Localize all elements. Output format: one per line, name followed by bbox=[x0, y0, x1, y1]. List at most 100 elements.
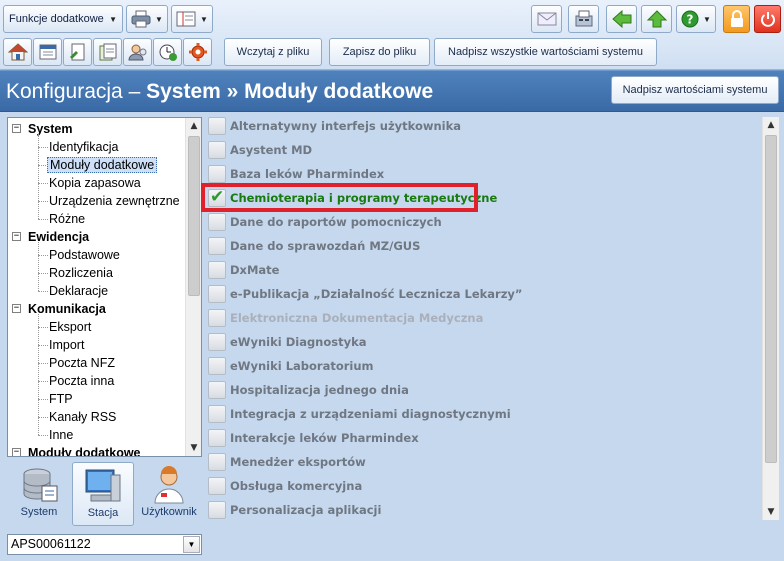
tree-item[interactable]: Podstawowe bbox=[47, 246, 122, 264]
module-checkbox[interactable] bbox=[208, 333, 226, 351]
module-label: Personalizacja aplikacji bbox=[230, 503, 382, 517]
station-select[interactable]: APS00061122 ▼ bbox=[7, 534, 202, 555]
module-row[interactable]: Interakcje leków Pharmindex bbox=[205, 428, 761, 448]
layout-button[interactable]: ▼ bbox=[171, 5, 213, 33]
up-button[interactable] bbox=[641, 5, 672, 33]
settings-button[interactable] bbox=[183, 38, 212, 66]
tree-group[interactable]: Moduły dodatkowe bbox=[26, 444, 143, 456]
chevron-down-icon[interactable]: ▼ bbox=[183, 536, 200, 553]
tree-content: − System Identyfikacja Moduły dodatkowe Kopi… bbox=[8, 118, 186, 456]
load-from-file-button[interactable]: Wczytaj z pliku bbox=[224, 38, 322, 66]
module-row[interactable]: Obsługa komercyjna bbox=[205, 476, 761, 496]
module-label: DxMate bbox=[230, 263, 280, 277]
tree-collapse-icon[interactable]: − bbox=[12, 124, 21, 133]
tree-item-label: Import bbox=[49, 338, 85, 352]
tree-item[interactable]: Kopia zapasowa bbox=[47, 174, 143, 192]
tree-item[interactable]: Urządzenia zewnętrzne bbox=[47, 192, 182, 210]
module-checkbox[interactable] bbox=[208, 381, 226, 399]
lock-button[interactable] bbox=[723, 5, 750, 33]
module-checkbox[interactable] bbox=[208, 213, 226, 231]
module-row[interactable]: Alternatywny interfejs użytkownika bbox=[205, 116, 761, 136]
tree-item[interactable]: Eksport bbox=[47, 318, 93, 336]
module-checkbox[interactable] bbox=[208, 501, 226, 519]
files-button[interactable] bbox=[93, 38, 122, 66]
module-row[interactable]: eWyniki Diagnostyka bbox=[205, 332, 761, 352]
module-checkbox[interactable] bbox=[208, 429, 226, 447]
module-row[interactable]: Dane do sprawozdań MZ/GUS bbox=[205, 236, 761, 256]
module-row[interactable]: Personalizacja aplikacji bbox=[205, 500, 761, 520]
help-button[interactable]: ? ▼ bbox=[676, 5, 716, 33]
scroll-up-icon[interactable]: ▲ bbox=[186, 118, 201, 134]
module-row[interactable]: e-Publikacja „Działalność Lecznicza Leka… bbox=[205, 284, 761, 304]
back-button[interactable] bbox=[606, 5, 637, 33]
functions-dropdown[interactable]: Funkcje dodatkowe ▼ bbox=[3, 5, 123, 33]
tree-scrollbar[interactable]: ▲ ▼ bbox=[185, 118, 201, 456]
print-button[interactable]: ▼ bbox=[126, 5, 168, 33]
tree-item[interactable]: Identyfikacja bbox=[47, 138, 120, 156]
mode-station-button[interactable]: Stacja bbox=[72, 462, 134, 526]
home-button[interactable] bbox=[3, 38, 32, 66]
module-checkbox[interactable] bbox=[208, 237, 226, 255]
patient-card-button[interactable] bbox=[33, 38, 62, 66]
module-row[interactable]: Elektroniczna Dokumentacja Medyczna bbox=[205, 308, 761, 328]
tree-collapse-icon[interactable]: − bbox=[12, 448, 21, 456]
module-label: Dane do sprawozdań MZ/GUS bbox=[230, 239, 421, 253]
module-row[interactable]: Dane do raportów pomocniczych bbox=[205, 212, 761, 232]
overwrite-all-button[interactable]: Nadpisz wszystkie wartościami systemu bbox=[434, 38, 657, 66]
overwrite-with-system-button[interactable]: Nadpisz wartościami systemu bbox=[611, 76, 779, 104]
tree-item[interactable]: Kanały RSS bbox=[47, 408, 118, 426]
module-checkbox[interactable] bbox=[208, 141, 226, 159]
mode-user-button[interactable]: Użytkownik bbox=[138, 462, 200, 526]
module-row[interactable]: Baza leków Pharmindex bbox=[205, 164, 761, 184]
mail-button[interactable] bbox=[531, 5, 562, 33]
tree-item[interactable]: Inne bbox=[47, 426, 75, 444]
document-button[interactable] bbox=[63, 38, 92, 66]
module-checkbox[interactable] bbox=[208, 165, 226, 183]
module-label: e-Publikacja „Działalność Lecznicza Leka… bbox=[230, 287, 523, 301]
scrollbar-thumb[interactable] bbox=[188, 136, 200, 296]
tree-group[interactable]: Ewidencja bbox=[26, 228, 91, 246]
module-checkbox[interactable] bbox=[208, 405, 226, 423]
tree-item[interactable]: FTP bbox=[47, 390, 75, 408]
module-checkbox[interactable] bbox=[208, 117, 226, 135]
tree-item[interactable]: Różne bbox=[47, 210, 87, 228]
module-checkbox[interactable] bbox=[208, 261, 226, 279]
clock-icon bbox=[159, 44, 177, 61]
module-checkbox[interactable] bbox=[208, 453, 226, 471]
tree-group[interactable]: System bbox=[26, 120, 74, 138]
tree-item[interactable]: Import bbox=[47, 336, 86, 354]
tree-item[interactable]: Deklaracje bbox=[47, 282, 110, 300]
tree-item[interactable]: Poczta inna bbox=[47, 372, 116, 390]
tree-item-label: Podstawowe bbox=[49, 248, 120, 262]
module-checkbox[interactable] bbox=[208, 357, 226, 375]
module-list-scrollbar[interactable]: ▲ ▼ bbox=[762, 117, 779, 520]
scroll-up-icon[interactable]: ▲ bbox=[763, 117, 779, 133]
tree-item[interactable]: Rozliczenia bbox=[47, 264, 115, 282]
module-checkbox[interactable] bbox=[208, 285, 226, 303]
module-row[interactable]: Menedżer eksportów bbox=[205, 452, 761, 472]
tree-collapse-icon[interactable]: − bbox=[12, 232, 21, 241]
config-tree[interactable]: − System Identyfikacja Moduły dodatkowe Kopi… bbox=[7, 117, 202, 457]
module-checkbox[interactable] bbox=[208, 477, 226, 495]
scroll-down-icon[interactable]: ▼ bbox=[763, 504, 779, 520]
scrollbar-thumb[interactable] bbox=[765, 135, 777, 463]
module-label: Dane do raportów pomocniczych bbox=[230, 215, 442, 229]
users-button[interactable] bbox=[123, 38, 152, 66]
mode-system-button[interactable]: System bbox=[8, 462, 70, 526]
scroll-down-icon[interactable]: ▼ bbox=[186, 440, 201, 456]
mode-user-label: Użytkownik bbox=[141, 506, 197, 518]
module-row[interactable]: Hospitalizacja jednego dnia bbox=[205, 380, 761, 400]
module-row[interactable]: eWyniki Laboratorium bbox=[205, 356, 761, 376]
tree-item[interactable]: Poczta NFZ bbox=[47, 354, 117, 372]
tree-item[interactable]: Moduły dodatkowe bbox=[47, 156, 158, 174]
tree-collapse-icon[interactable]: − bbox=[12, 304, 21, 313]
module-row[interactable]: Integracja z urządzeniami diagnostycznym… bbox=[205, 404, 761, 424]
save-to-file-button[interactable]: Zapisz do pliku bbox=[329, 38, 430, 66]
schedule-button[interactable] bbox=[153, 38, 182, 66]
power-button[interactable] bbox=[754, 5, 781, 33]
module-row[interactable]: DxMate bbox=[205, 260, 761, 280]
fax-button[interactable] bbox=[568, 5, 599, 33]
fax-icon bbox=[575, 10, 592, 27]
module-row[interactable]: Asystent MD bbox=[205, 140, 761, 160]
tree-item-label: FTP bbox=[49, 392, 73, 406]
